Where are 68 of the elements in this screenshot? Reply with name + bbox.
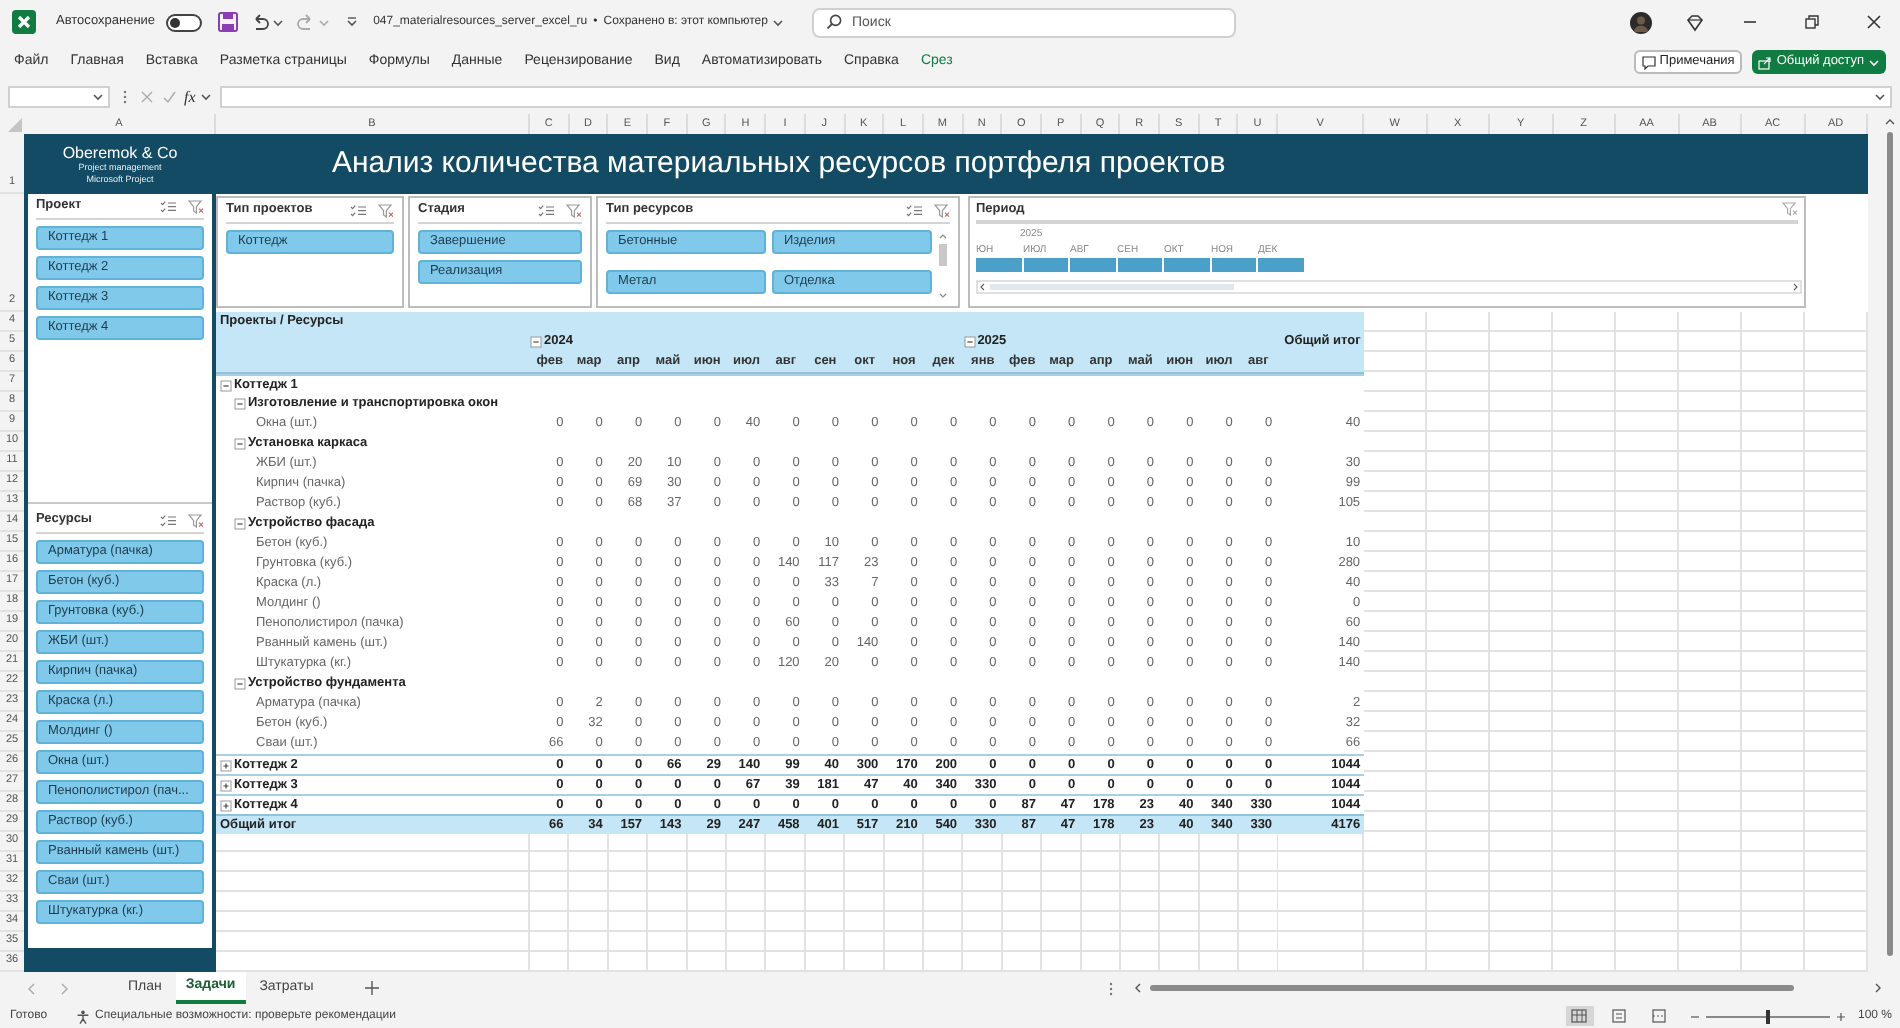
collapse-icon[interactable] xyxy=(234,678,246,690)
close-icon[interactable] xyxy=(1866,14,1882,30)
caret-icon xyxy=(317,17,330,27)
clear-filter-icon[interactable] xyxy=(188,513,204,527)
page-break-icon xyxy=(1650,1008,1669,1024)
clear-filter-icon[interactable] xyxy=(378,203,394,217)
collapse-icon[interactable] xyxy=(530,336,542,348)
caret-icon[interactable] xyxy=(771,17,784,27)
expand-icon[interactable] xyxy=(220,799,232,811)
collapse-icon[interactable] xyxy=(234,518,246,530)
timeline-period[interactable] xyxy=(1164,258,1211,272)
timeline-period[interactable] xyxy=(1211,258,1258,272)
caret-icon xyxy=(199,92,212,102)
previous-sheet-icon[interactable] xyxy=(26,981,38,995)
caret-icon[interactable] xyxy=(271,17,284,27)
zoom-slider[interactable] xyxy=(1705,1009,1830,1023)
caret-icon xyxy=(92,92,104,102)
autosave-toggle[interactable] xyxy=(165,13,202,31)
page-icon xyxy=(1610,1008,1629,1024)
expand-icon[interactable] xyxy=(220,759,232,771)
comment-icon xyxy=(1641,55,1656,69)
timeline-period[interactable] xyxy=(976,258,1023,272)
clear-filter-icon[interactable] xyxy=(934,203,950,217)
cancel-icon[interactable] xyxy=(140,90,154,104)
collapse-icon[interactable] xyxy=(963,336,976,348)
timeline-period[interactable] xyxy=(1258,258,1305,272)
collapse-icon[interactable] xyxy=(234,398,246,410)
timeline-period[interactable] xyxy=(1117,258,1164,272)
multiselect-icon[interactable] xyxy=(350,203,366,217)
add-sheet-icon[interactable] xyxy=(363,980,380,996)
save-icon[interactable] xyxy=(217,12,238,32)
expand-icon[interactable] xyxy=(220,779,232,791)
multiselect-icon[interactable] xyxy=(160,199,176,213)
next-sheet-icon[interactable] xyxy=(58,981,70,995)
multiselect-icon[interactable] xyxy=(538,203,554,217)
timeline-period[interactable] xyxy=(1023,258,1070,272)
caret-icon xyxy=(1874,92,1886,102)
formula-field[interactable] xyxy=(219,86,1892,108)
zoom-in-icon[interactable] xyxy=(1835,1011,1846,1021)
timeline-period[interactable] xyxy=(1070,258,1117,272)
avatar-icon[interactable] xyxy=(1630,11,1652,33)
collapse-icon[interactable] xyxy=(234,438,246,450)
multiselect-icon[interactable] xyxy=(160,513,176,527)
search-icon xyxy=(825,14,842,30)
redo-icon xyxy=(295,12,316,32)
clear-filter-icon[interactable] xyxy=(566,203,582,217)
clear-filter-icon[interactable] xyxy=(188,199,204,213)
zoom-out-icon[interactable] xyxy=(1689,1011,1700,1021)
collapse-icon[interactable] xyxy=(220,379,232,391)
grid-icon xyxy=(1570,1008,1589,1024)
timeline-scrollbar[interactable] xyxy=(976,280,1802,294)
customize-icon[interactable] xyxy=(345,16,358,28)
caret-icon xyxy=(1868,57,1880,67)
scrollbar[interactable] xyxy=(936,230,950,302)
slider-thumb[interactable] xyxy=(1765,1009,1770,1023)
report-title: Анализ количества материальных ресурсов портфеля проектов xyxy=(332,143,1226,184)
enter-icon[interactable] xyxy=(162,90,176,104)
share-icon xyxy=(1758,55,1773,69)
clear-filter-icon[interactable] xyxy=(1782,202,1798,216)
accessibility-icon[interactable] xyxy=(75,1009,90,1023)
restore-icon[interactable] xyxy=(1804,14,1820,30)
diamond-icon[interactable] xyxy=(1686,13,1704,31)
company-name: Oberemok & Co xyxy=(62,143,178,161)
view-button[interactable] xyxy=(1565,1006,1594,1026)
excel-icon[interactable] xyxy=(12,10,36,34)
insert-function-button[interactable]: fx xyxy=(184,89,196,105)
multiselect-icon[interactable] xyxy=(906,203,922,217)
undo-icon[interactable] xyxy=(249,12,270,32)
